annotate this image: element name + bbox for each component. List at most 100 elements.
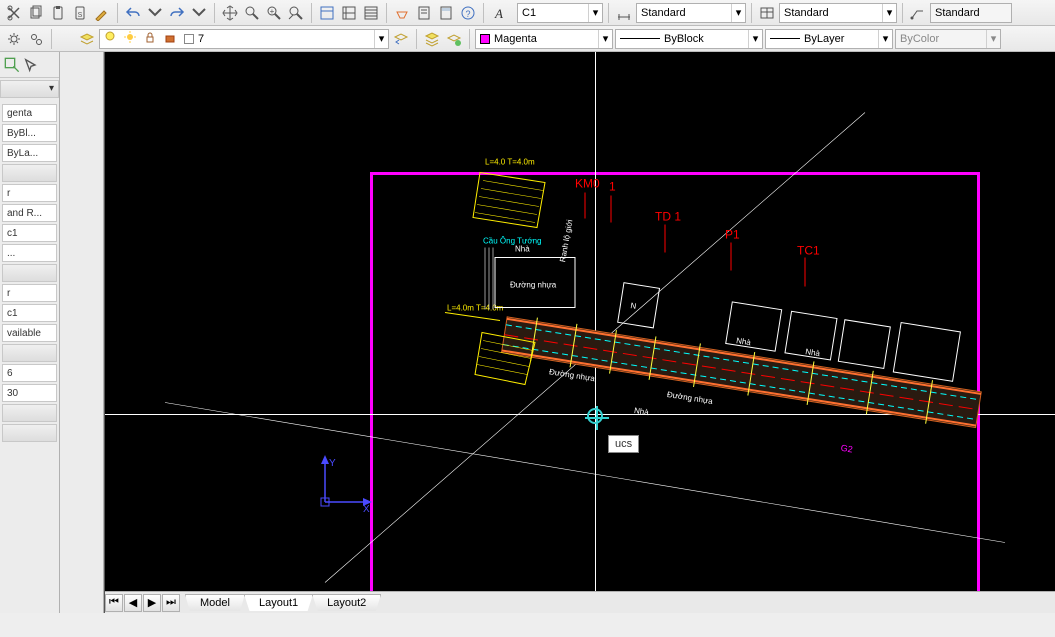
prop-row[interactable]: r <box>2 184 57 202</box>
linetype-value: ByBlock <box>664 33 704 45</box>
zoom-realtime-icon[interactable] <box>242 3 262 23</box>
prop-row[interactable]: c1 <box>2 224 57 242</box>
chevron-down-icon: ▾ <box>882 4 896 22</box>
tool-palettes-icon[interactable] <box>361 3 381 23</box>
markup-icon[interactable] <box>414 3 434 23</box>
redo-icon[interactable] <box>167 3 187 23</box>
palette-toolbar <box>0 52 59 78</box>
prop-row[interactable]: c1 <box>2 304 57 322</box>
text-style-dropdown[interactable]: C1 ▾ <box>517 3 603 23</box>
paste-special-icon[interactable]: S <box>70 3 90 23</box>
prop-section[interactable] <box>2 164 57 182</box>
svg-text:Nhà: Nhà <box>515 245 530 254</box>
prop-section[interactable] <box>2 344 57 362</box>
ucs-y-label: Y <box>329 458 336 469</box>
gear-group-icon[interactable] <box>26 29 46 49</box>
lineweight-preview <box>770 38 800 39</box>
undo-dropdown-icon[interactable] <box>145 3 165 23</box>
panel-header[interactable]: ▾ <box>0 80 59 98</box>
match-properties-icon[interactable] <box>92 3 112 23</box>
prop-row[interactable]: ByBl... <box>2 124 57 142</box>
tab-first-icon[interactable]: ⏮ <box>105 594 123 612</box>
undo-icon[interactable] <box>123 3 143 23</box>
mleader-style-value: Standard <box>935 7 980 19</box>
sun-icon <box>124 31 140 47</box>
lightbulb-icon <box>104 31 120 47</box>
prop-row[interactable]: 30 <box>2 384 57 402</box>
svg-text:N: N <box>630 301 637 311</box>
separator <box>386 3 387 23</box>
redo-dropdown-icon[interactable] <box>189 3 209 23</box>
lock-pad-icon <box>164 31 180 47</box>
prop-row[interactable]: ByLa... <box>2 144 57 162</box>
tab-layout2[interactable]: Layout2 <box>312 594 381 611</box>
svg-text:Nhà: Nhà <box>633 406 649 417</box>
svg-text:Ranh lộ giới: Ranh lộ giới <box>558 219 574 263</box>
text-style-icon[interactable]: A <box>489 3 509 23</box>
label-td1: TD 1 <box>655 210 681 224</box>
color-dropdown[interactable]: Magenta ▾ <box>475 29 613 49</box>
lineweight-dropdown[interactable]: ByLayer ▾ <box>765 29 893 49</box>
plotstyle-dropdown[interactable]: ByColor ▾ <box>895 29 1001 49</box>
help-icon[interactable]: ? <box>458 3 478 23</box>
ucs-origin-marker <box>587 408 603 424</box>
separator <box>902 3 903 23</box>
zoom-window-icon[interactable]: + <box>264 3 284 23</box>
properties-palette: ▾ genta ByBl... ByLa... r and R... c1 ..… <box>0 52 60 613</box>
tab-model[interactable]: Model <box>185 594 245 611</box>
draw-toolbar-vertical <box>60 52 104 613</box>
prop-row[interactable]: genta <box>2 104 57 122</box>
svg-text:S: S <box>78 12 83 19</box>
separator <box>751 3 752 23</box>
prop-section[interactable] <box>2 404 57 422</box>
dim-style-dropdown[interactable]: Standard ▾ <box>636 3 746 23</box>
table-style-icon[interactable] <box>757 3 777 23</box>
quick-calc-icon[interactable] <box>436 3 456 23</box>
svg-text:Cầu Ông Tướng: Cầu Ông Tướng <box>483 237 541 246</box>
prop-row[interactable]: r <box>2 284 57 302</box>
quick-select-icon[interactable] <box>4 57 20 73</box>
tab-layout1[interactable]: Layout1 <box>244 594 313 611</box>
lineweight-value: ByLayer <box>804 33 844 45</box>
tab-next-icon[interactable]: ▶ <box>143 594 161 612</box>
tooltip-ucs: ucs <box>608 435 639 453</box>
separator <box>608 3 609 23</box>
layer-prev-icon[interactable] <box>391 29 411 49</box>
dim-style-value: Standard <box>641 7 686 19</box>
scissors-icon[interactable] <box>4 3 24 23</box>
prop-row[interactable]: vailable <box>2 324 57 342</box>
ucs-axis-icon: Y X <box>315 452 375 512</box>
layer-states-icon[interactable] <box>422 29 442 49</box>
tab-last-icon[interactable]: ⏭ <box>162 594 180 612</box>
dim-style-icon[interactable] <box>614 3 634 23</box>
paste-icon[interactable] <box>48 3 68 23</box>
paper-space[interactable]: Đường nhựa Đường nhựa Nhà Nhà N Nhà G2 <box>105 52 1055 613</box>
properties-icon[interactable] <box>317 3 337 23</box>
prop-row[interactable]: and R... <box>2 204 57 222</box>
layer-iso-icon[interactable] <box>444 29 464 49</box>
tab-prev-icon[interactable]: ◀ <box>124 594 142 612</box>
zoom-previous-icon[interactable] <box>286 3 306 23</box>
mleader-style-dropdown[interactable]: Standard <box>930 3 1012 23</box>
prop-row[interactable]: 6 <box>2 364 57 382</box>
separator <box>117 3 118 23</box>
mleader-style-icon[interactable] <box>908 3 928 23</box>
copy-icon[interactable] <box>26 3 46 23</box>
gear-icon[interactable] <box>4 29 24 49</box>
layer-dropdown[interactable]: 7 ▾ <box>99 29 389 49</box>
pan-icon[interactable] <box>220 3 240 23</box>
design-center-icon[interactable] <box>392 3 412 23</box>
prop-section[interactable] <box>2 264 57 282</box>
prop-row[interactable]: ... <box>2 244 57 262</box>
toolbar-main: S + ? A C1 ▾ Standard ▾ Standard ▾ Stand… <box>0 0 1055 26</box>
sheet-set-icon[interactable] <box>339 3 359 23</box>
toolbar-properties: 7 ▾ Magenta ▾ ByBlock ▾ ByLayer ▾ ByColo… <box>0 26 1055 52</box>
layer-properties-icon[interactable] <box>77 29 97 49</box>
select-objects-icon[interactable] <box>23 57 39 73</box>
prop-section[interactable] <box>2 424 57 442</box>
linetype-dropdown[interactable]: ByBlock ▾ <box>615 29 763 49</box>
svg-text:+: + <box>270 7 275 16</box>
table-style-dropdown[interactable]: Standard ▾ <box>779 3 897 23</box>
lock-icon <box>144 31 160 47</box>
layout-tabs: ⏮ ◀ ▶ ⏭ Model Layout1 Layout2 <box>105 591 1055 613</box>
